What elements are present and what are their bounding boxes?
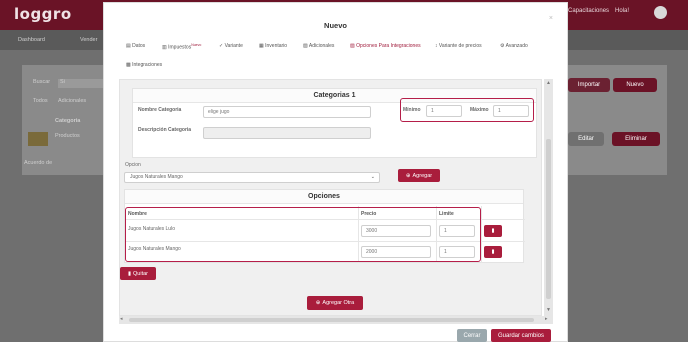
capacitaciones-link[interactable]: Capacitaciones <box>568 8 609 14</box>
bg-tab-adicionales[interactable]: Adicionales <box>58 98 86 104</box>
options-header: Opciones <box>125 190 523 204</box>
tab-icon: ▦ <box>259 43 264 49</box>
product-modal: Nuevo × ▤ Datos ▥ ImpuestosNuevo ✓ Varia… <box>103 2 568 342</box>
scroll-thumb[interactable] <box>546 139 551 299</box>
tab-avanzado[interactable]: ⚙ Avanzado <box>500 43 528 49</box>
add-option-label: Agregar <box>412 172 433 179</box>
trash-icon: ▮ <box>491 228 495 234</box>
scroll-left-icon[interactable]: ◂ <box>120 316 123 322</box>
tab-label: Variante de precios <box>438 43 482 49</box>
delete-row-button[interactable]: ▮ <box>484 225 502 237</box>
tab-impuestos[interactable]: ▥ ImpuestosNuevo <box>162 43 201 51</box>
tab-icon: ↕ <box>435 43 438 49</box>
filter-label: Buscar <box>33 79 51 85</box>
trash-icon: ▮ <box>491 249 495 255</box>
plus-circle-icon: ⊕ <box>405 172 411 179</box>
add-option-button[interactable]: ⊕ Agregar <box>398 169 440 182</box>
tab-label: Variante <box>224 43 243 49</box>
modal-tabs: ▤ Datos ▥ ImpuestosNuevo ✓ Variante ▦ In… <box>122 41 562 73</box>
vertical-scrollbar[interactable]: ▲ ▼ <box>544 79 553 316</box>
min-max-highlight <box>400 98 534 122</box>
bg-tab-todos[interactable]: Todos <box>33 98 48 104</box>
category-name-label: Nombre Categoria <box>138 107 182 113</box>
gear-icon: ⚙ <box>500 43 505 49</box>
tab-opciones-integraciones[interactable]: ▨ Opciones Para Integraciones <box>350 43 421 49</box>
tab-label: Integraciones <box>132 62 163 68</box>
delete-row-button[interactable]: ▮ <box>484 246 502 258</box>
eliminar-button[interactable]: Eliminar <box>612 132 660 146</box>
app-logo: loggro <box>14 5 72 23</box>
options-scroll-area[interactable]: Categorias 1 Nombre Categoria elige jugo… <box>119 79 542 316</box>
add-other-category-button[interactable]: ⊕ Agregar Otra <box>307 296 363 310</box>
close-icon[interactable]: × <box>549 15 553 22</box>
tab-icon: ▨ <box>350 43 355 49</box>
bg-cell-productos: Productos <box>55 133 80 139</box>
tab-label: Inventario <box>265 43 288 49</box>
plus-circle-icon: ⊕ <box>315 300 321 306</box>
check-icon: ✓ <box>219 43 224 49</box>
add-other-label: Agregar Otra <box>322 300 355 306</box>
option-selected-value: Jugos Naturales Mango <box>130 174 183 180</box>
tab-label: Datos <box>132 43 146 49</box>
remove-label: Quitar <box>133 270 148 277</box>
option-label: Opcion <box>125 162 141 168</box>
bg-checkbox-label[interactable]: Acuerdo de <box>24 160 52 166</box>
tab-icon: ▧ <box>303 43 308 49</box>
tab-variante-precios[interactable]: ↕ Variante de precios <box>435 43 482 49</box>
tab-adicionales[interactable]: ▧ Adicionales <box>303 43 334 49</box>
remove-category-button[interactable]: ▮ Quitar <box>120 267 156 280</box>
importar-button[interactable]: Importar <box>568 78 610 92</box>
save-changes-button[interactable]: Guardar cambios <box>491 329 551 342</box>
tab-label: Opciones Para Integraciones <box>356 43 421 49</box>
tab-label: Avanzado <box>505 43 528 49</box>
bg-column-categoria: Categoria <box>55 118 81 124</box>
product-thumbnail <box>28 132 48 146</box>
trash-icon: ▮ <box>127 270 132 277</box>
tab-icon: ▤ <box>126 43 131 49</box>
scroll-up-icon[interactable]: ▲ <box>545 80 552 86</box>
category-desc-label: Descripción Categoria <box>138 127 192 133</box>
option-select[interactable]: Jugos Naturales Mango ⌄ <box>124 172 380 183</box>
tab-integraciones[interactable]: ▩ Integraciones <box>126 62 162 68</box>
options-table-highlight <box>125 207 481 262</box>
tab-icon: ▩ <box>126 62 131 68</box>
tab-variante[interactable]: ✓ Variante <box>219 43 243 49</box>
cerrar-button[interactable]: Cerrar <box>457 329 487 342</box>
nuevo-button[interactable]: Nuevo <box>613 78 657 92</box>
avatar[interactable] <box>654 6 667 19</box>
tab-datos[interactable]: ▤ Datos <box>126 43 145 49</box>
user-greeting[interactable]: Hola! <box>615 8 629 14</box>
scroll-right-icon[interactable]: ▸ <box>545 316 548 322</box>
category-name-input[interactable]: elige jugo <box>203 106 371 118</box>
scroll-down-icon[interactable]: ▼ <box>545 307 552 313</box>
chevron-down-icon: ⌄ <box>370 174 375 180</box>
tab-label: Impuestos <box>168 44 192 51</box>
category-desc-input[interactable] <box>203 127 371 139</box>
new-badge: Nuevo <box>191 43 202 47</box>
tab-icon: ▥ <box>162 44 167 51</box>
filter-input[interactable]: Si <box>58 79 103 88</box>
tab-inventario[interactable]: ▦ Inventario <box>259 43 287 49</box>
scroll-thumb[interactable] <box>129 318 534 322</box>
category-card: Categorias 1 Nombre Categoria elige jugo… <box>132 88 537 158</box>
nav-dashboard[interactable]: Dashboard <box>18 37 45 43</box>
horizontal-scrollbar[interactable]: ◂ ▸ <box>119 316 553 324</box>
editar-button[interactable]: Editar <box>568 132 604 146</box>
tab-label: Adicionales <box>308 43 335 49</box>
options-card: Opciones Nombre Precio Limite Jugos Natu… <box>124 189 525 263</box>
modal-title: Nuevo <box>324 21 347 30</box>
nav-vender[interactable]: Vender <box>80 37 97 43</box>
